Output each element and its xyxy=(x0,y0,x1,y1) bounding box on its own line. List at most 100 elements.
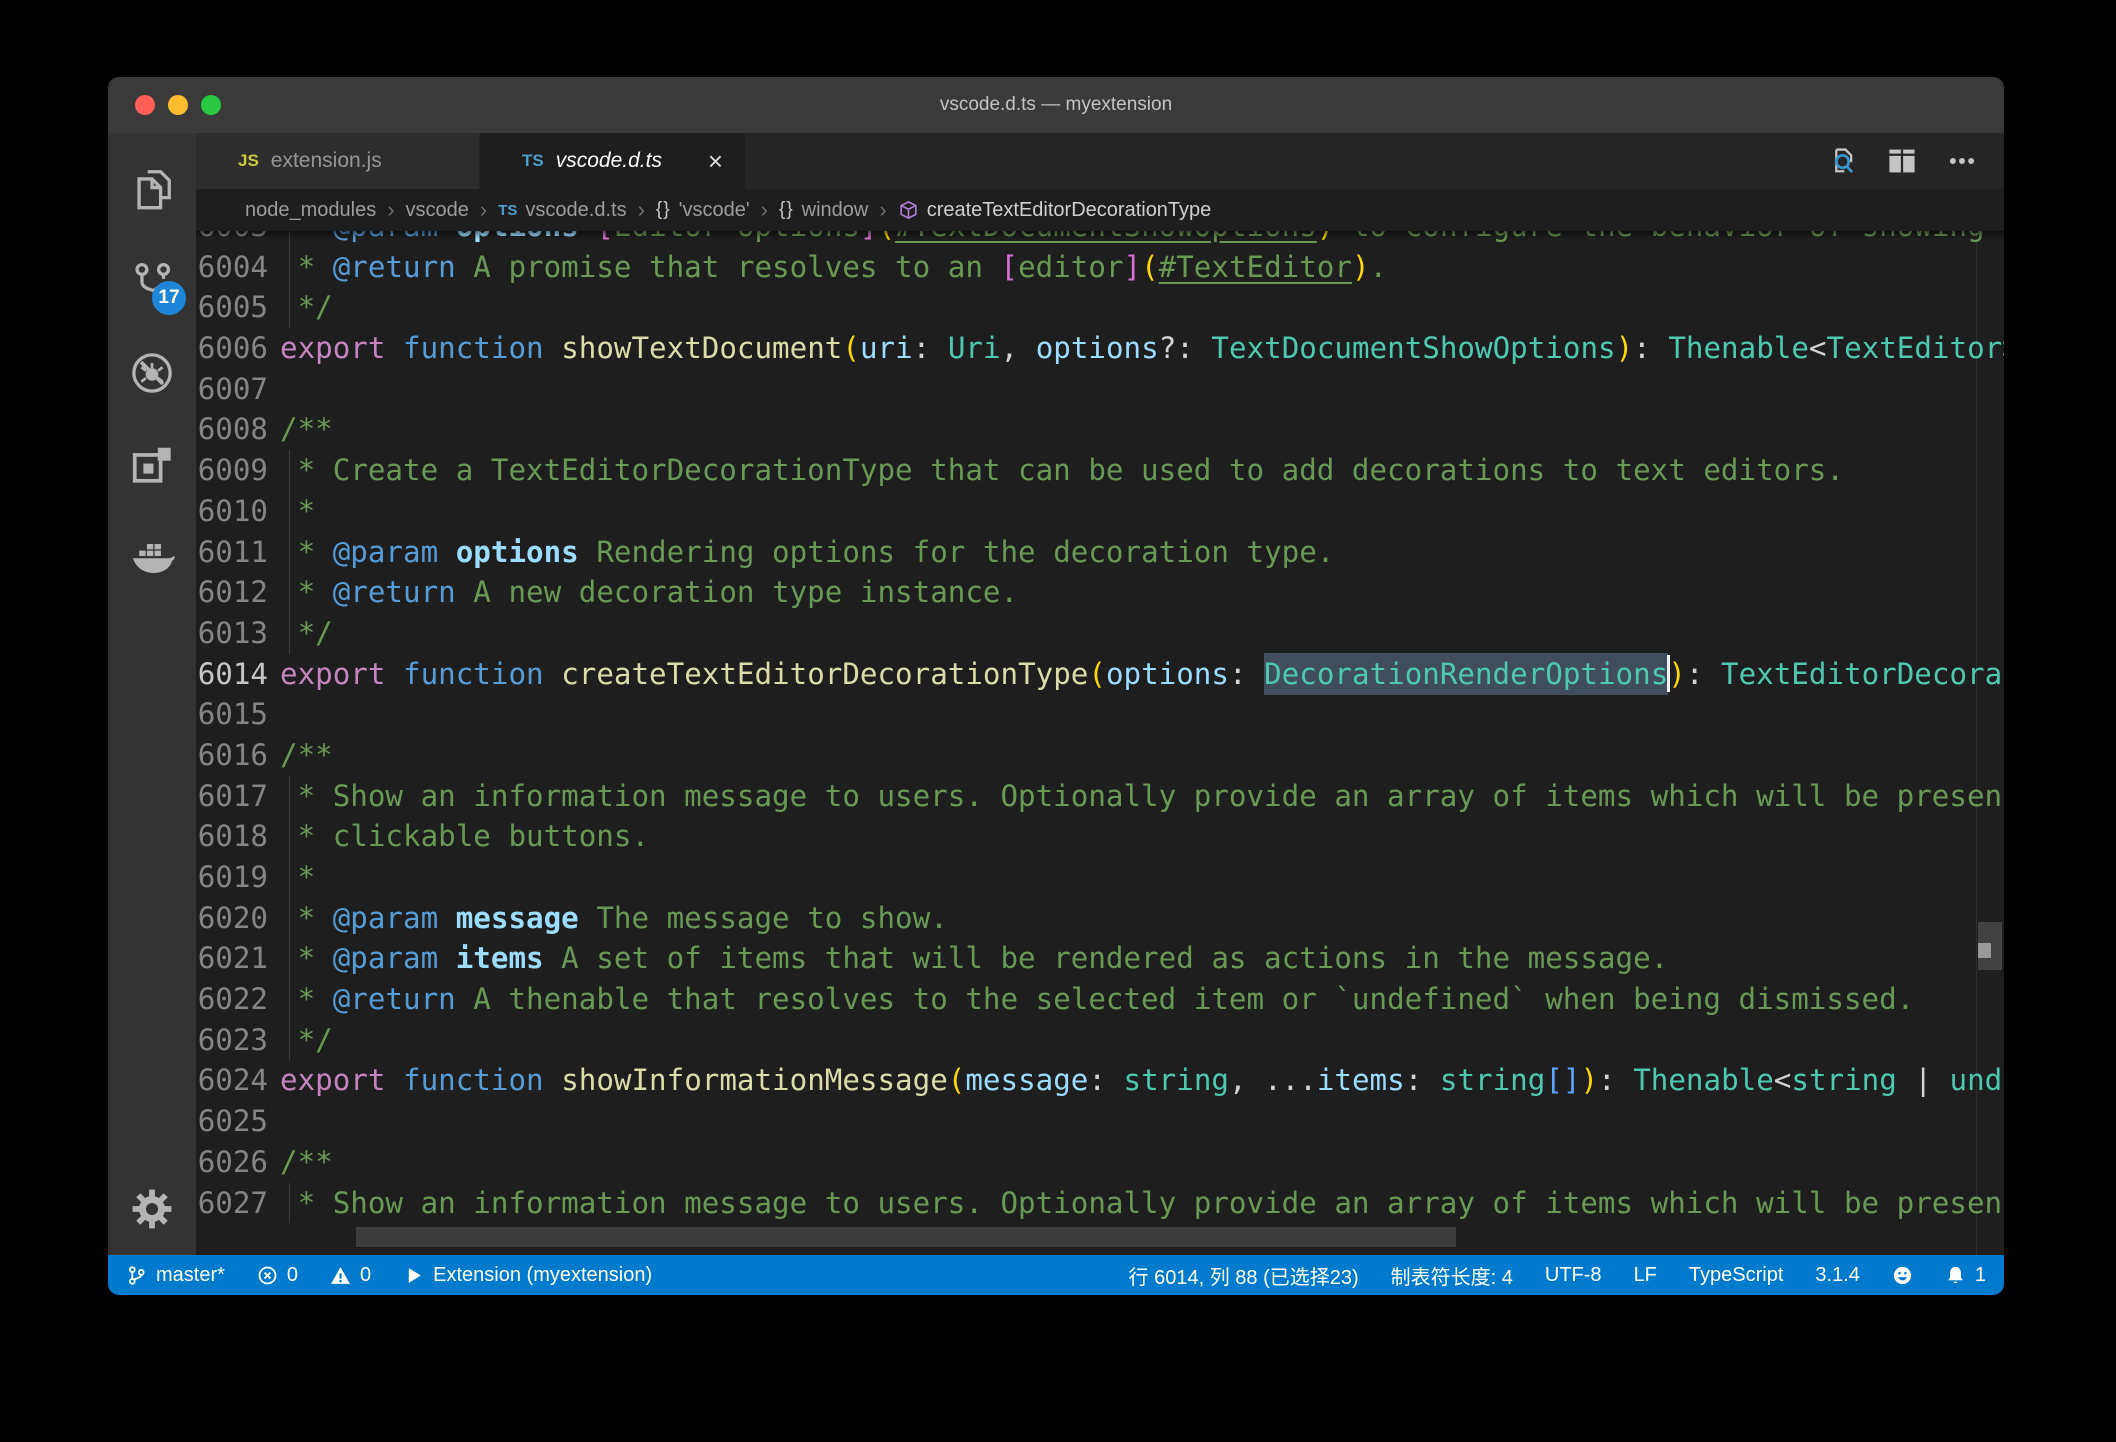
activity-bar-item-settings[interactable] xyxy=(108,1163,196,1255)
code-text: /** xyxy=(280,735,2004,776)
activity-bar-item-explorer[interactable] xyxy=(108,143,196,235)
code-line-6016[interactable]: 6016/** xyxy=(196,735,2004,776)
smiley-icon xyxy=(1892,1265,1913,1286)
status-item-UTF8[interactable]: UTF-8 xyxy=(1545,1264,1602,1287)
code-text: * Show an information message to users. … xyxy=(280,1183,2004,1224)
tab-extension.js[interactable]: JSextension.js xyxy=(196,133,480,189)
status-item-smileyicon[interactable] xyxy=(1892,1265,1913,1286)
code-line-6019[interactable]: 6019 * xyxy=(196,857,2004,898)
code-line-6015[interactable]: 6015 xyxy=(196,694,2004,735)
activity-bar-item-docker[interactable] xyxy=(108,511,196,603)
code-line-6017[interactable]: 6017 * Show an information message to us… xyxy=(196,776,2004,817)
status-item-LF[interactable]: LF xyxy=(1634,1264,1657,1287)
code-line-6009[interactable]: 6009 * Create a TextEditorDecorationType… xyxy=(196,450,2004,491)
close-tab-icon[interactable]: × xyxy=(692,148,723,174)
status-item-playicon[interactable]: Extension (myextension) xyxy=(403,1264,652,1287)
code-line-6023[interactable]: 6023 */ xyxy=(196,1020,2004,1061)
line-number: 6021 xyxy=(196,938,280,979)
breadcrumb-label: createTextEditorDecorationType xyxy=(927,199,1212,222)
breadcrumb-label: vscode.d.ts xyxy=(525,199,626,222)
activity-bar-item-debug-disabled[interactable] xyxy=(108,327,196,419)
code-line-6026[interactable]: 6026/** xyxy=(196,1142,2004,1183)
status-item-erroricon[interactable]: 0 xyxy=(257,1264,298,1287)
line-number: 6018 xyxy=(196,816,280,857)
code-line-6022[interactable]: 6022 * @return A thenable that resolves … xyxy=(196,979,2004,1020)
code-text xyxy=(280,1101,2004,1142)
status-label: 0 xyxy=(360,1264,371,1287)
source-control-badge: 17 xyxy=(152,281,186,315)
code-line-6003[interactable]: 6003 * @param options [Editor options](#… xyxy=(196,231,2004,247)
code-line-6012[interactable]: 6012 * @return A new decoration type ins… xyxy=(196,572,2004,613)
code-line-6007[interactable]: 6007 xyxy=(196,369,2004,410)
code-text xyxy=(280,369,2004,410)
code-line-6008[interactable]: 6008/** xyxy=(196,409,2004,450)
find-in-file-icon[interactable] xyxy=(1826,145,1858,177)
breadcrumb-label: node_modules xyxy=(245,199,376,222)
breadcrumb-item-vscodedts[interactable]: TSvscode.d.ts xyxy=(498,199,626,222)
line-number: 6010 xyxy=(196,491,280,532)
breadcrumb-separator-icon: › xyxy=(879,197,886,223)
more-actions-icon[interactable] xyxy=(1946,145,1978,177)
status-item-60148823[interactable]: 行 6014, 列 88 (已选择23) xyxy=(1129,1261,1359,1290)
code-line-6021[interactable]: 6021 * @param items A set of items that … xyxy=(196,938,2004,979)
activity-bar-item-extensions[interactable] xyxy=(108,419,196,511)
line-number: 6017 xyxy=(196,776,280,817)
breadcrumb: node_modules › vscode › TSvscode.d.ts › {}'vsc… xyxy=(196,189,2004,231)
breadcrumb-item-vscode[interactable]: vscode xyxy=(406,199,469,222)
breadcrumb-separator-icon: › xyxy=(387,197,394,223)
breadcrumb-item-createTextEditorDecorationType[interactable]: createTextEditorDecorationType xyxy=(898,199,1212,222)
code-text: export function createTextEditorDecorati… xyxy=(280,654,2004,695)
line-number: 6008 xyxy=(196,409,280,450)
status-label: 制表符长度: 4 xyxy=(1391,1261,1513,1290)
code-line-6014[interactable]: 6014export function createTextEditorDeco… xyxy=(196,654,2004,695)
minimize-window-button[interactable] xyxy=(168,95,188,115)
code-line-6018[interactable]: 6018 * clickable buttons. xyxy=(196,816,2004,857)
breadcrumb-separator-icon: › xyxy=(480,197,487,223)
breadcrumb-item-nodemodules[interactable]: node_modules xyxy=(245,199,376,222)
zoom-window-button[interactable] xyxy=(201,95,221,115)
line-number: 6020 xyxy=(196,898,280,939)
code-line-6004[interactable]: 6004 * @return A promise that resolves t… xyxy=(196,247,2004,288)
breadcrumb-separator-icon: › xyxy=(761,197,768,223)
namespace-icon: {} xyxy=(779,199,794,221)
code-line-6027[interactable]: 6027 * Show an information message to us… xyxy=(196,1183,2004,1224)
activity-bar-item-source-control[interactable]: 17 xyxy=(108,235,196,327)
code-text: * @return A new decoration type instance… xyxy=(280,572,2004,613)
tab-label: vscode.d.ts xyxy=(556,149,662,173)
tab-vscode.d.ts[interactable]: TSvscode.d.ts× xyxy=(480,133,746,189)
status-item-warningicon[interactable]: 0 xyxy=(330,1264,371,1287)
status-item-314[interactable]: 3.1.4 xyxy=(1815,1264,1859,1287)
status-bar: master* 0 0 Extension (myextension) 行 6014,… xyxy=(108,1255,2004,1295)
code-text: * @param items A set of items that will … xyxy=(280,938,2004,979)
line-number: 6015 xyxy=(196,694,280,735)
status-item-branchicon[interactable]: master* xyxy=(126,1264,225,1287)
code-text: export function showTextDocument(uri: Ur… xyxy=(280,328,2004,369)
code-editor[interactable]: 6003 * @param options [Editor options](#… xyxy=(196,231,2004,1255)
breadcrumb-item-window[interactable]: {}window xyxy=(779,199,868,222)
code-line-6010[interactable]: 6010 * xyxy=(196,491,2004,532)
status-item-bellicon[interactable]: 1 xyxy=(1945,1264,1986,1287)
title-bar: vscode.d.ts — myextension xyxy=(108,77,2004,133)
code-line-6011[interactable]: 6011 * @param options Rendering options … xyxy=(196,532,2004,573)
status-item-4[interactable]: 制表符长度: 4 xyxy=(1391,1261,1513,1290)
code-text: export function showInformationMessage(m… xyxy=(280,1060,2004,1101)
code-text: * @return A promise that resolves to an … xyxy=(280,247,2004,288)
line-number: 6004 xyxy=(196,247,280,288)
code-line-6020[interactable]: 6020 * @param message The message to sho… xyxy=(196,898,2004,939)
split-editor-icon[interactable] xyxy=(1886,145,1918,177)
status-item-TypeScript[interactable]: TypeScript xyxy=(1689,1264,1783,1287)
line-number: 6022 xyxy=(196,979,280,1020)
code-line-6024[interactable]: 6024export function showInformationMessa… xyxy=(196,1060,2004,1101)
code-text xyxy=(280,694,2004,735)
code-line-6006[interactable]: 6006export function showTextDocument(uri… xyxy=(196,328,2004,369)
play-icon xyxy=(403,1265,424,1286)
line-number: 6011 xyxy=(196,532,280,573)
breadcrumb-item-vscode[interactable]: {}'vscode' xyxy=(656,199,750,222)
code-line-6025[interactable]: 6025 xyxy=(196,1101,2004,1142)
warning-icon xyxy=(330,1265,351,1286)
code-line-6005[interactable]: 6005 */ xyxy=(196,287,2004,328)
horizontal-scrollbar-thumb[interactable] xyxy=(356,1227,1456,1247)
code-line-6013[interactable]: 6013 */ xyxy=(196,613,2004,654)
close-window-button[interactable] xyxy=(135,95,155,115)
debug-disabled-icon xyxy=(129,350,175,396)
